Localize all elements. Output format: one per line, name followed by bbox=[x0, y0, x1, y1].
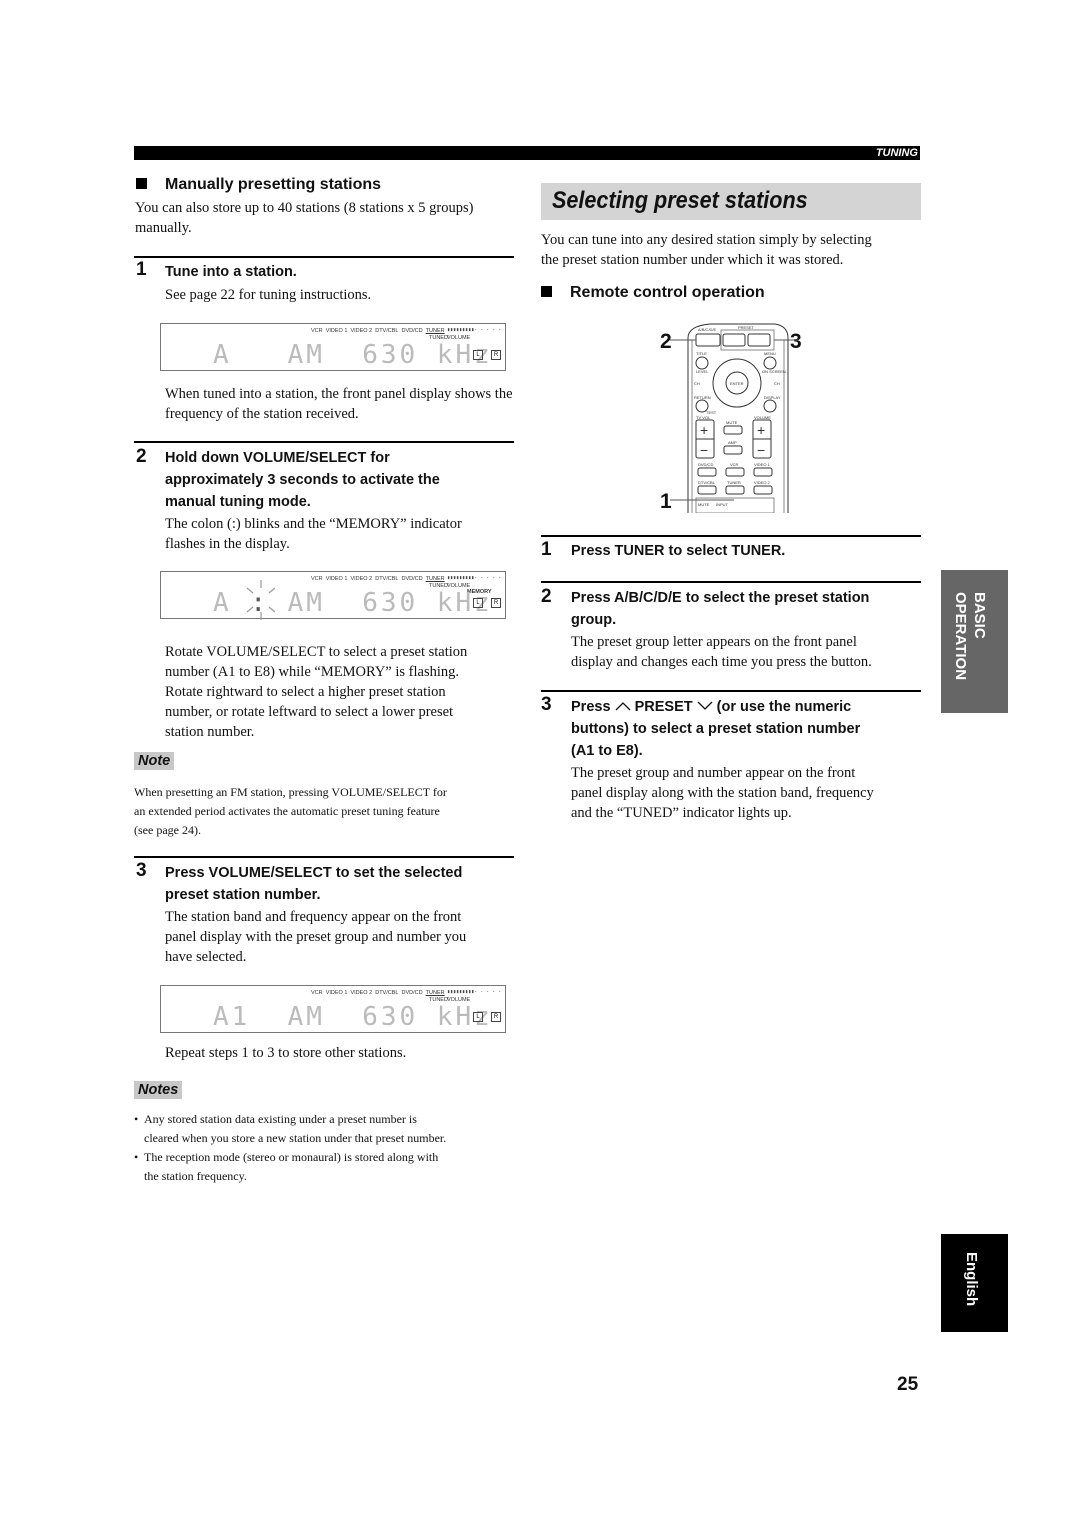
divider bbox=[541, 690, 921, 692]
header-bar bbox=[134, 146, 920, 160]
remote-label-video2: VIDEO 2 bbox=[754, 480, 771, 485]
notes-label: Notes bbox=[134, 1081, 183, 1099]
remote-label-dvdcd: DVD/CD bbox=[698, 462, 713, 467]
remote-label-ch-plus: CH bbox=[774, 381, 780, 386]
remote-control-illustration: A/B/C/D/E PRESET TITLE MENU LEVEL ON SCR… bbox=[670, 323, 798, 513]
note-text: When presetting an FM station, pressing … bbox=[134, 785, 447, 837]
square-bullet-icon bbox=[541, 286, 552, 297]
remote-label-onscreen: ON SCREEN bbox=[762, 369, 786, 374]
step-number: 3 bbox=[136, 860, 147, 881]
left-channel-indicator: L bbox=[473, 1012, 483, 1022]
preset-up-icon bbox=[615, 702, 631, 711]
remote-label-menu: MENU bbox=[764, 351, 776, 356]
remote-label-display: DISPLAY bbox=[764, 395, 781, 400]
remote-label-tuner: TUNER bbox=[727, 480, 741, 485]
tab-label-line1: BASIC bbox=[971, 592, 988, 639]
remote-tvvol-minus: − bbox=[700, 442, 708, 458]
step-number: 1 bbox=[136, 259, 147, 280]
step-number: 3 bbox=[541, 694, 552, 715]
note-item: • The reception mode (stereo or monaural)… bbox=[134, 1150, 439, 1183]
step-body: The colon (:) blinks and the “MEMORY” in… bbox=[165, 516, 462, 552]
remote-label-tvvol: TV VOL bbox=[696, 415, 711, 420]
remote-label-abcde: A/B/C/D/E bbox=[698, 327, 717, 332]
remote-label-amp: AMP bbox=[728, 440, 737, 445]
step-number: 1 bbox=[541, 539, 552, 560]
left-channel-indicator: L bbox=[473, 598, 483, 608]
remote-volume-plus: + bbox=[757, 422, 765, 438]
notes-list: • Any stored station data existing under … bbox=[134, 1110, 534, 1186]
page-title: Selecting preset stations bbox=[552, 187, 808, 214]
remote-label-title: TITLE bbox=[696, 351, 707, 356]
remote-volume-minus: − bbox=[757, 442, 765, 458]
display-readout: A AM 630 kHz bbox=[213, 340, 493, 370]
right-intro: You can tune into any desired station si… bbox=[541, 232, 872, 268]
front-panel-display-preset: VCR VIDEO 1 VIDEO 2 DTV/CBL DVD/CD TUNER… bbox=[160, 985, 506, 1033]
remote-label-video1: VIDEO 1 bbox=[754, 462, 771, 467]
heading-text: Remote control operation bbox=[570, 284, 765, 301]
note-item: • Any stored station data existing under … bbox=[134, 1112, 447, 1145]
step-body: The station band and frequency appear on… bbox=[165, 909, 467, 965]
remote-label-level: LEVEL bbox=[696, 369, 709, 374]
preset-down-icon bbox=[697, 701, 713, 710]
front-panel-display: VCR VIDEO 1 VIDEO 2 DTV/CBL DVD/CD TUNER… bbox=[160, 323, 506, 371]
page-number: 25 bbox=[897, 1374, 919, 1395]
step-number: 2 bbox=[541, 586, 552, 607]
section-label: TUNING bbox=[875, 147, 918, 159]
language-tab[interactable]: English bbox=[941, 1234, 1008, 1332]
divider bbox=[541, 535, 921, 537]
tab-label-line2: OPERATION bbox=[952, 592, 969, 681]
step-title: Tune into a station. bbox=[165, 264, 297, 280]
note-label: Note bbox=[134, 752, 175, 770]
right-channel-indicator: R bbox=[491, 350, 501, 360]
remote-label-volume: VOLUME bbox=[754, 415, 771, 420]
step-title: Press TUNER to select TUNER. bbox=[571, 543, 786, 559]
language-label: English bbox=[963, 1252, 980, 1307]
step-after: When tuned into a station, the front pan… bbox=[165, 386, 513, 422]
remote-label-mute: MUTE bbox=[726, 420, 738, 425]
remote-label-ch-minus: CH bbox=[694, 381, 700, 386]
display-indicators: VCR VIDEO 1 VIDEO 2 DTV/CBL DVD/CD TUNER bbox=[311, 990, 445, 996]
remote-label-tv-input: INPUT bbox=[716, 502, 729, 507]
step-number: 2 bbox=[136, 446, 147, 467]
remote-label-enter: ENTER bbox=[730, 381, 744, 386]
blink-rays-icon bbox=[246, 580, 276, 620]
remote-label-dtvcbl: DTV/CBL bbox=[698, 480, 716, 485]
right-channel-indicator: R bbox=[491, 1012, 501, 1022]
repeat-instruction: Repeat steps 1 to 3 to store other stati… bbox=[165, 1045, 407, 1061]
divider bbox=[541, 581, 921, 583]
square-bullet-icon bbox=[136, 178, 147, 189]
step-title: Press PRESET (or use the numeric buttons… bbox=[571, 699, 861, 759]
divider bbox=[134, 856, 514, 858]
manual-preset-intro: You can also store up to 40 stations (8 … bbox=[135, 200, 474, 236]
right-channel-indicator: R bbox=[491, 598, 501, 608]
display-indicators: VCR VIDEO 1 VIDEO 2 DTV/CBL DVD/CD TUNER bbox=[311, 328, 445, 334]
remote-heading: Remote control operation bbox=[541, 284, 765, 302]
step-after: Rotate VOLUME/SELECT to select a preset … bbox=[165, 644, 468, 740]
remote-label-tv-mute: MUTE bbox=[698, 502, 710, 507]
heading-text: Manually presetting stations bbox=[165, 176, 382, 193]
remote-label-preset: PRESET bbox=[738, 325, 755, 330]
divider bbox=[134, 441, 514, 443]
step-body: The preset group letter appears on the f… bbox=[571, 634, 872, 670]
basic-operation-tab[interactable]: BASIC OPERATION bbox=[941, 570, 1008, 713]
display-readout: A1 AM 630 kHz bbox=[213, 1002, 493, 1032]
divider bbox=[134, 256, 514, 258]
step-title: Hold down VOLUME/SELECT for approximatel… bbox=[165, 450, 440, 510]
step-title: Press A/B/C/D/E to select the preset sta… bbox=[571, 590, 870, 628]
display-indicators: VCR VIDEO 1 VIDEO 2 DTV/CBL DVD/CD TUNER bbox=[311, 576, 445, 582]
remote-tvvol-plus: + bbox=[700, 422, 708, 438]
step-body: The preset group and number appear on th… bbox=[571, 765, 874, 821]
manual-preset-heading: Manually presetting stations bbox=[136, 176, 381, 194]
step-body: See page 22 for tuning instructions. bbox=[165, 287, 372, 303]
front-panel-display-memory: VCR VIDEO 1 VIDEO 2 DTV/CBL DVD/CD TUNER… bbox=[160, 571, 506, 620]
remote-label-vcr: VCR bbox=[730, 462, 739, 467]
left-channel-indicator: L bbox=[473, 350, 483, 360]
step-title: Press VOLUME/SELECT to set the selected … bbox=[165, 865, 463, 903]
remote-label-return: RETURN bbox=[694, 395, 711, 400]
